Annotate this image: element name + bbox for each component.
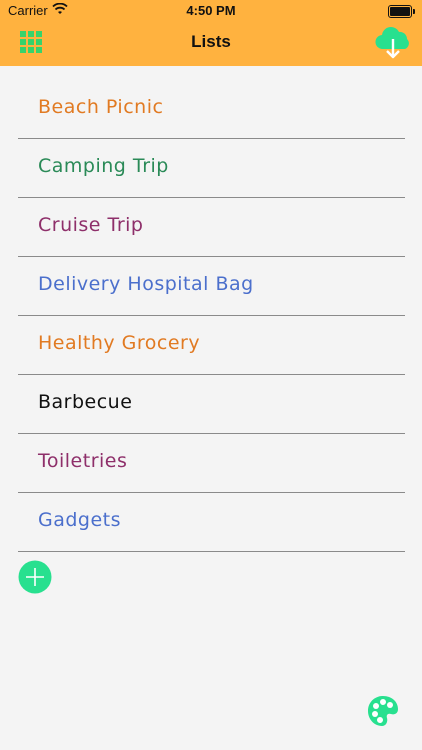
status-time: 4:50 PM — [186, 3, 236, 18]
list-item[interactable]: Beach Picnic — [18, 80, 405, 139]
list-item[interactable]: Camping Trip — [18, 139, 405, 198]
list-item-label: Camping Trip — [38, 155, 169, 177]
list-item-label: Delivery Hospital Bag — [38, 273, 254, 295]
list-item[interactable]: Healthy Grocery — [18, 316, 405, 375]
list-item-label: Toiletries — [38, 450, 128, 472]
list-item-label: Beach Picnic — [38, 96, 164, 118]
list-item-label: Cruise Trip — [38, 214, 144, 236]
palette-icon[interactable] — [366, 694, 400, 728]
status-bar: Carrier 4:50 PM — [0, 0, 422, 22]
list-item[interactable]: Gadgets — [18, 493, 405, 552]
page-title: Lists — [191, 32, 231, 51]
battery-icon — [388, 5, 415, 18]
list-item-label: Gadgets — [38, 509, 122, 531]
list-item-label: Barbecue — [38, 391, 133, 413]
list-item-label: Healthy Grocery — [38, 332, 201, 354]
list-item[interactable]: Cruise Trip — [18, 198, 405, 257]
list-item[interactable]: Delivery Hospital Bag — [18, 257, 405, 316]
list-item[interactable]: Toiletries — [18, 434, 405, 493]
plus-circle-icon[interactable] — [18, 560, 52, 594]
list-item[interactable]: Barbecue — [18, 375, 405, 434]
cloud-download-icon[interactable] — [374, 25, 412, 61]
